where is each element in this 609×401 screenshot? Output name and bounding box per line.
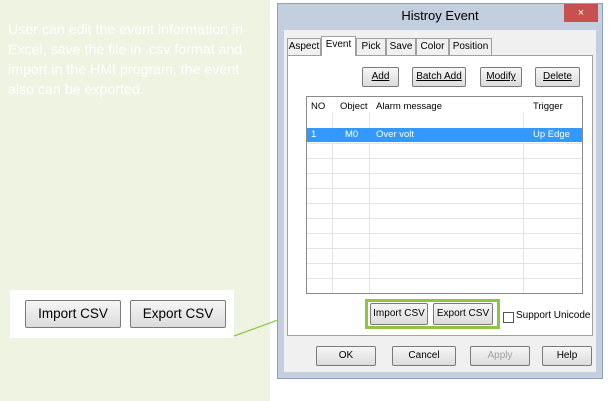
batch-add-label: Batch Add [416, 71, 462, 82]
csv-buttons-callout: Import CSV Export CSV [10, 290, 234, 338]
cell-trigger: Up Edge [533, 129, 570, 140]
tab-pick[interactable]: Pick [356, 38, 386, 55]
row-divider [307, 203, 582, 204]
info-panel: User can edit the event information in E… [0, 0, 270, 401]
add-label: Add [371, 71, 390, 82]
dialog-client: Aspect Event Pick Save Color Position Ad… [284, 30, 596, 372]
cell-object: M0 [345, 129, 359, 140]
event-tab-page: Add Batch Add Modify Delete NO Object Al… [287, 55, 593, 336]
description-text: User can edit the event information in E… [8, 22, 244, 98]
import-csv-button[interactable]: Import CSV [370, 303, 428, 325]
callout-import-csv-button[interactable]: Import CSV [25, 300, 121, 328]
cell-no: 1 [311, 129, 317, 140]
support-unicode-checkbox[interactable] [503, 312, 514, 323]
support-unicode-label: Support Unicode [516, 310, 591, 321]
table-row[interactable]: 1 M0 Over volt Up Edge [307, 128, 582, 142]
tab-event[interactable]: Event [321, 36, 356, 56]
apply-button[interactable]: Apply [470, 346, 530, 366]
add-button[interactable]: Add [362, 67, 399, 87]
row-divider [307, 263, 582, 264]
tab-color[interactable]: Color [416, 38, 449, 55]
modify-button[interactable]: Modify [480, 67, 522, 87]
column-header-alarm-message[interactable]: Alarm message [376, 101, 442, 112]
column-header-no[interactable]: NO [311, 101, 325, 112]
history-event-dialog: Histroy Event × Aspect Event Pick Save C… [277, 3, 603, 379]
column-header-trigger[interactable]: Trigger [533, 101, 563, 112]
delete-button[interactable]: Delete [535, 67, 580, 87]
close-button[interactable]: × [564, 4, 598, 22]
modify-label: Modify [486, 71, 516, 82]
row-divider [307, 173, 582, 174]
event-table[interactable]: NO Object Alarm message Trigger 1 M0 Ove… [306, 96, 583, 294]
row-divider [307, 233, 582, 234]
row-divider [307, 143, 582, 144]
tab-save[interactable]: Save [386, 38, 416, 55]
cancel-button[interactable]: Cancel [392, 346, 456, 366]
tab-position[interactable]: Position [449, 38, 492, 55]
delete-label: Delete [543, 71, 572, 82]
cell-alarm-message: Over volt [376, 129, 415, 140]
row-divider [307, 278, 582, 279]
column-header-object[interactable]: Object [340, 101, 367, 112]
title-bar[interactable]: Histroy Event × [278, 4, 602, 28]
row-divider [307, 158, 582, 159]
ok-button[interactable]: OK [316, 346, 376, 366]
row-divider [307, 188, 582, 189]
row-divider [307, 218, 582, 219]
help-button[interactable]: Help [542, 346, 592, 366]
tab-aspect[interactable]: Aspect [287, 38, 321, 55]
export-csv-button[interactable]: Export CSV [433, 303, 493, 325]
callout-export-csv-button[interactable]: Export CSV [130, 300, 226, 328]
batch-add-button[interactable]: Batch Add [412, 67, 466, 87]
row-divider [307, 248, 582, 249]
dialog-title: Histroy Event [401, 8, 479, 23]
